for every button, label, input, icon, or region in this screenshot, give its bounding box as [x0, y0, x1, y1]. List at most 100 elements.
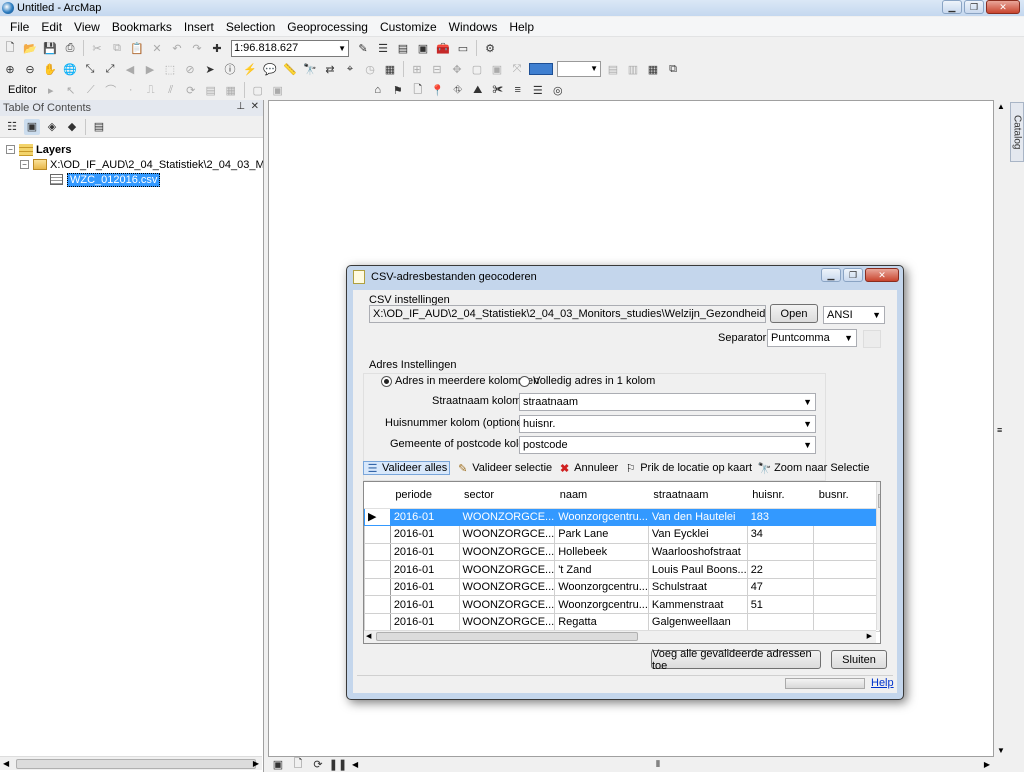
identify-icon[interactable]: ⓘ: [222, 61, 238, 77]
find-route-icon[interactable]: ⇄: [322, 61, 338, 77]
select-features-icon[interactable]: ⬚: [162, 61, 178, 77]
row-header[interactable]: [364, 577, 391, 597]
radio-multi-columns-label[interactable]: Adres in meerdere kolommen: [395, 375, 539, 387]
table-cell[interactable]: WOONZORGCE...: [458, 542, 556, 562]
table-cell[interactable]: Galgenweellaan: [647, 613, 748, 632]
table-cell[interactable]: Schulstraat: [647, 577, 748, 597]
dialog-maximize-button[interactable]: ❐: [843, 268, 863, 282]
table-cell[interactable]: 2016-01: [389, 542, 460, 562]
table-cell[interactable]: WOONZORGCE...: [458, 595, 556, 615]
table-cell[interactable]: 2016-01: [389, 577, 460, 597]
table-row[interactable]: 2016-01 WOONZORGCE... Woonzorgcentru... …: [364, 577, 880, 597]
scroll-left-icon[interactable]: ◀: [366, 632, 371, 640]
table-cell[interactable]: Woonzorgcentru...: [554, 595, 649, 615]
change-layout-icon[interactable]: ▦: [645, 61, 661, 77]
zoom-100-icon[interactable]: ▣: [489, 61, 505, 77]
table-cell[interactable]: Woonzorgcentru...: [554, 577, 649, 597]
route-icon[interactable]: ⛗: [450, 82, 466, 98]
minimize-button[interactable]: ▁: [942, 0, 962, 14]
data-driven-pages-icon[interactable]: ⧉: [665, 61, 681, 77]
table-cell[interactable]: Park Lane: [554, 525, 649, 544]
table-cell[interactable]: [813, 525, 880, 544]
close-icon[interactable]: ✕: [251, 101, 259, 112]
forward-arrow-icon[interactable]: ▶: [142, 61, 158, 77]
table-cell[interactable]: [813, 577, 880, 597]
validate-all-button[interactable]: ☰ Valideer alles: [363, 461, 451, 475]
table-cell[interactable]: [813, 613, 880, 632]
scroll-grip-icon[interactable]: ⦀: [656, 759, 660, 770]
column-header[interactable]: sector: [459, 482, 555, 509]
split-icon[interactable]: ⫽: [163, 82, 179, 98]
create-features-icon[interactable]: ▢: [250, 82, 266, 98]
pause-drawing-icon[interactable]: ❚❚: [329, 757, 347, 772]
row-header[interactable]: [364, 542, 391, 562]
table-cell[interactable]: 't Zand: [554, 560, 649, 579]
table-cell[interactable]: 47: [746, 577, 815, 597]
edit-annotation-icon[interactable]: ↖: [63, 82, 79, 98]
toc-horizontal-scrollbar[interactable]: ◀ ▶: [0, 756, 262, 770]
tree-row-layers[interactable]: − Layers: [0, 142, 263, 157]
table-cell[interactable]: WOONZORGCE...: [458, 525, 556, 544]
fixed-zoom-out-icon[interactable]: ⤢: [102, 61, 118, 77]
editor-options-icon[interactable]: ▣: [270, 82, 286, 98]
table-cell[interactable]: [746, 613, 815, 632]
find-binoculars-icon[interactable]: 🔭: [302, 61, 318, 77]
map-vertical-scrollbar[interactable]: ▲ ≡ ▼: [994, 100, 1008, 757]
encoding-select[interactable]: ANSI ▼: [823, 306, 885, 324]
scroll-right-icon[interactable]: ▶: [253, 759, 259, 768]
cancel-grid-button[interactable]: ✖ Annuleer: [558, 462, 618, 475]
table-cell[interactable]: Woonzorgcentru...: [554, 507, 649, 527]
table-cell[interactable]: [813, 507, 880, 527]
refresh-icon[interactable]: ⟳: [310, 757, 326, 772]
zoom-selection-button[interactable]: 🔭 Zoom naar Selectie: [758, 462, 870, 475]
clear-selection-icon[interactable]: ⊘: [182, 61, 198, 77]
table-cell[interactable]: WOONZORGCE...: [458, 560, 556, 579]
attributes-icon[interactable]: ▤: [203, 82, 219, 98]
scroll-down-icon[interactable]: ▼: [997, 746, 1005, 755]
table-cell[interactable]: Van Eycklei: [647, 525, 748, 544]
table-cell[interactable]: 2016-01: [389, 595, 460, 615]
zoom-out-icon[interactable]: ⊖: [22, 61, 38, 77]
scroll-right-icon[interactable]: ▶: [867, 632, 872, 640]
table-cell[interactable]: Kammenstraat: [647, 595, 748, 615]
curve-icon[interactable]: ⌒: [103, 82, 119, 98]
select-elements-arrow-icon[interactable]: ➤: [202, 61, 218, 77]
model-builder-icon[interactable]: ⚙: [482, 40, 498, 56]
zoom-in-icon[interactable]: ⊕: [2, 61, 18, 77]
table-cell[interactable]: Louis Paul Boons...: [647, 560, 748, 579]
toggle-draft-mode-icon[interactable]: ▤: [605, 61, 621, 77]
layout-pan-icon[interactable]: ✥: [449, 61, 465, 77]
location-pin-icon[interactable]: 📍: [430, 82, 446, 98]
time-slider-icon[interactable]: ◷: [362, 61, 378, 77]
table-row[interactable]: 2016-01 WOONZORGCE... Hollebeek Waarloos…: [364, 542, 880, 562]
layout-fixed-zoom-icon[interactable]: ⤧: [509, 61, 525, 77]
menu-help[interactable]: Help: [503, 20, 540, 34]
table-cell[interactable]: [813, 542, 880, 562]
table-cell[interactable]: Hollebeek: [554, 542, 649, 562]
table-cell[interactable]: 2016-01: [389, 507, 460, 527]
grid-horizontal-scrollbar[interactable]: ◀ ▶: [364, 630, 876, 643]
open-folder-icon[interactable]: 📂: [22, 40, 38, 56]
separator-select[interactable]: Puntcomma ▼: [767, 329, 857, 347]
list-by-visibility-icon[interactable]: ◈: [44, 119, 60, 135]
row-selector-icon[interactable]: ▶: [364, 507, 391, 527]
table-row[interactable]: ▶ 2016-01 WOONZORGCE... Woonzorgcentru..…: [364, 507, 880, 527]
scroll-left-icon[interactable]: ◀: [0, 759, 9, 768]
scroll-thumb[interactable]: [376, 632, 638, 641]
search-window-icon[interactable]: ▣: [415, 40, 431, 56]
tree-row-folder[interactable]: − X:\OD_IF_AUD\2_04_Statistiek\2_04_03_M…: [0, 157, 263, 172]
radio-single-column[interactable]: [519, 376, 530, 387]
go-to-xy-icon[interactable]: ⌖: [342, 61, 358, 77]
scroll-thumb[interactable]: [16, 758, 256, 769]
scroll-left-icon[interactable]: ◀: [352, 760, 358, 769]
home-icon[interactable]: ⌂: [370, 82, 386, 98]
row-header[interactable]: [364, 560, 391, 579]
catalog-side-tab[interactable]: Catalog: [1010, 102, 1024, 162]
radio-multi-columns[interactable]: [381, 376, 392, 387]
new-document-icon[interactable]: 🗋: [2, 40, 18, 56]
table-of-contents-icon[interactable]: ☰: [375, 40, 391, 56]
dialog-close-button[interactable]: ✕: [865, 268, 899, 282]
circle-marker-icon[interactable]: ◎: [550, 82, 566, 98]
hyperlink-icon[interactable]: ⚡: [242, 61, 258, 77]
map-scale-combo[interactable]: 1:96.818.627 ▼: [231, 39, 349, 57]
